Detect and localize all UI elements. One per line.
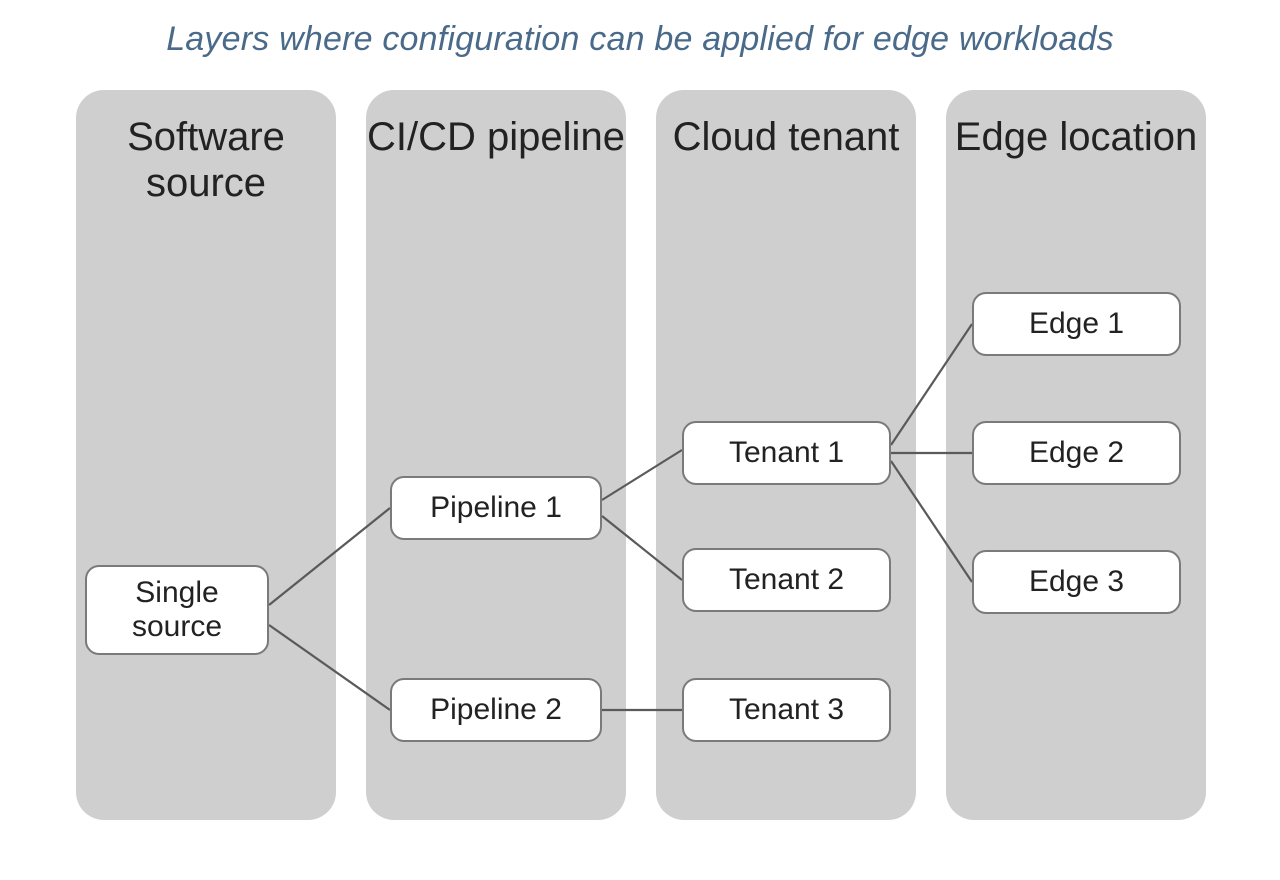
column-title-cicd-pipeline: CI/CD pipeline [366,90,626,160]
diagram-stage: Layers where configuration can be applie… [0,0,1280,880]
diagram-title: Layers where configuration can be applie… [0,20,1280,59]
node-single-source: Single source [85,565,269,655]
node-tenant-1: Tenant 1 [682,421,891,485]
node-tenant-3: Tenant 3 [682,678,891,742]
node-tenant-2: Tenant 2 [682,548,891,612]
column-title-software-source: Software source [76,90,336,206]
node-edge-2: Edge 2 [972,421,1181,485]
node-pipeline-2: Pipeline 2 [390,678,602,742]
column-software-source: Software source [76,90,336,820]
node-pipeline-1: Pipeline 1 [390,476,602,540]
node-edge-3: Edge 3 [972,550,1181,614]
column-title-edge-location: Edge location [946,90,1206,160]
node-edge-1: Edge 1 [972,292,1181,356]
column-title-cloud-tenant: Cloud tenant [656,90,916,160]
